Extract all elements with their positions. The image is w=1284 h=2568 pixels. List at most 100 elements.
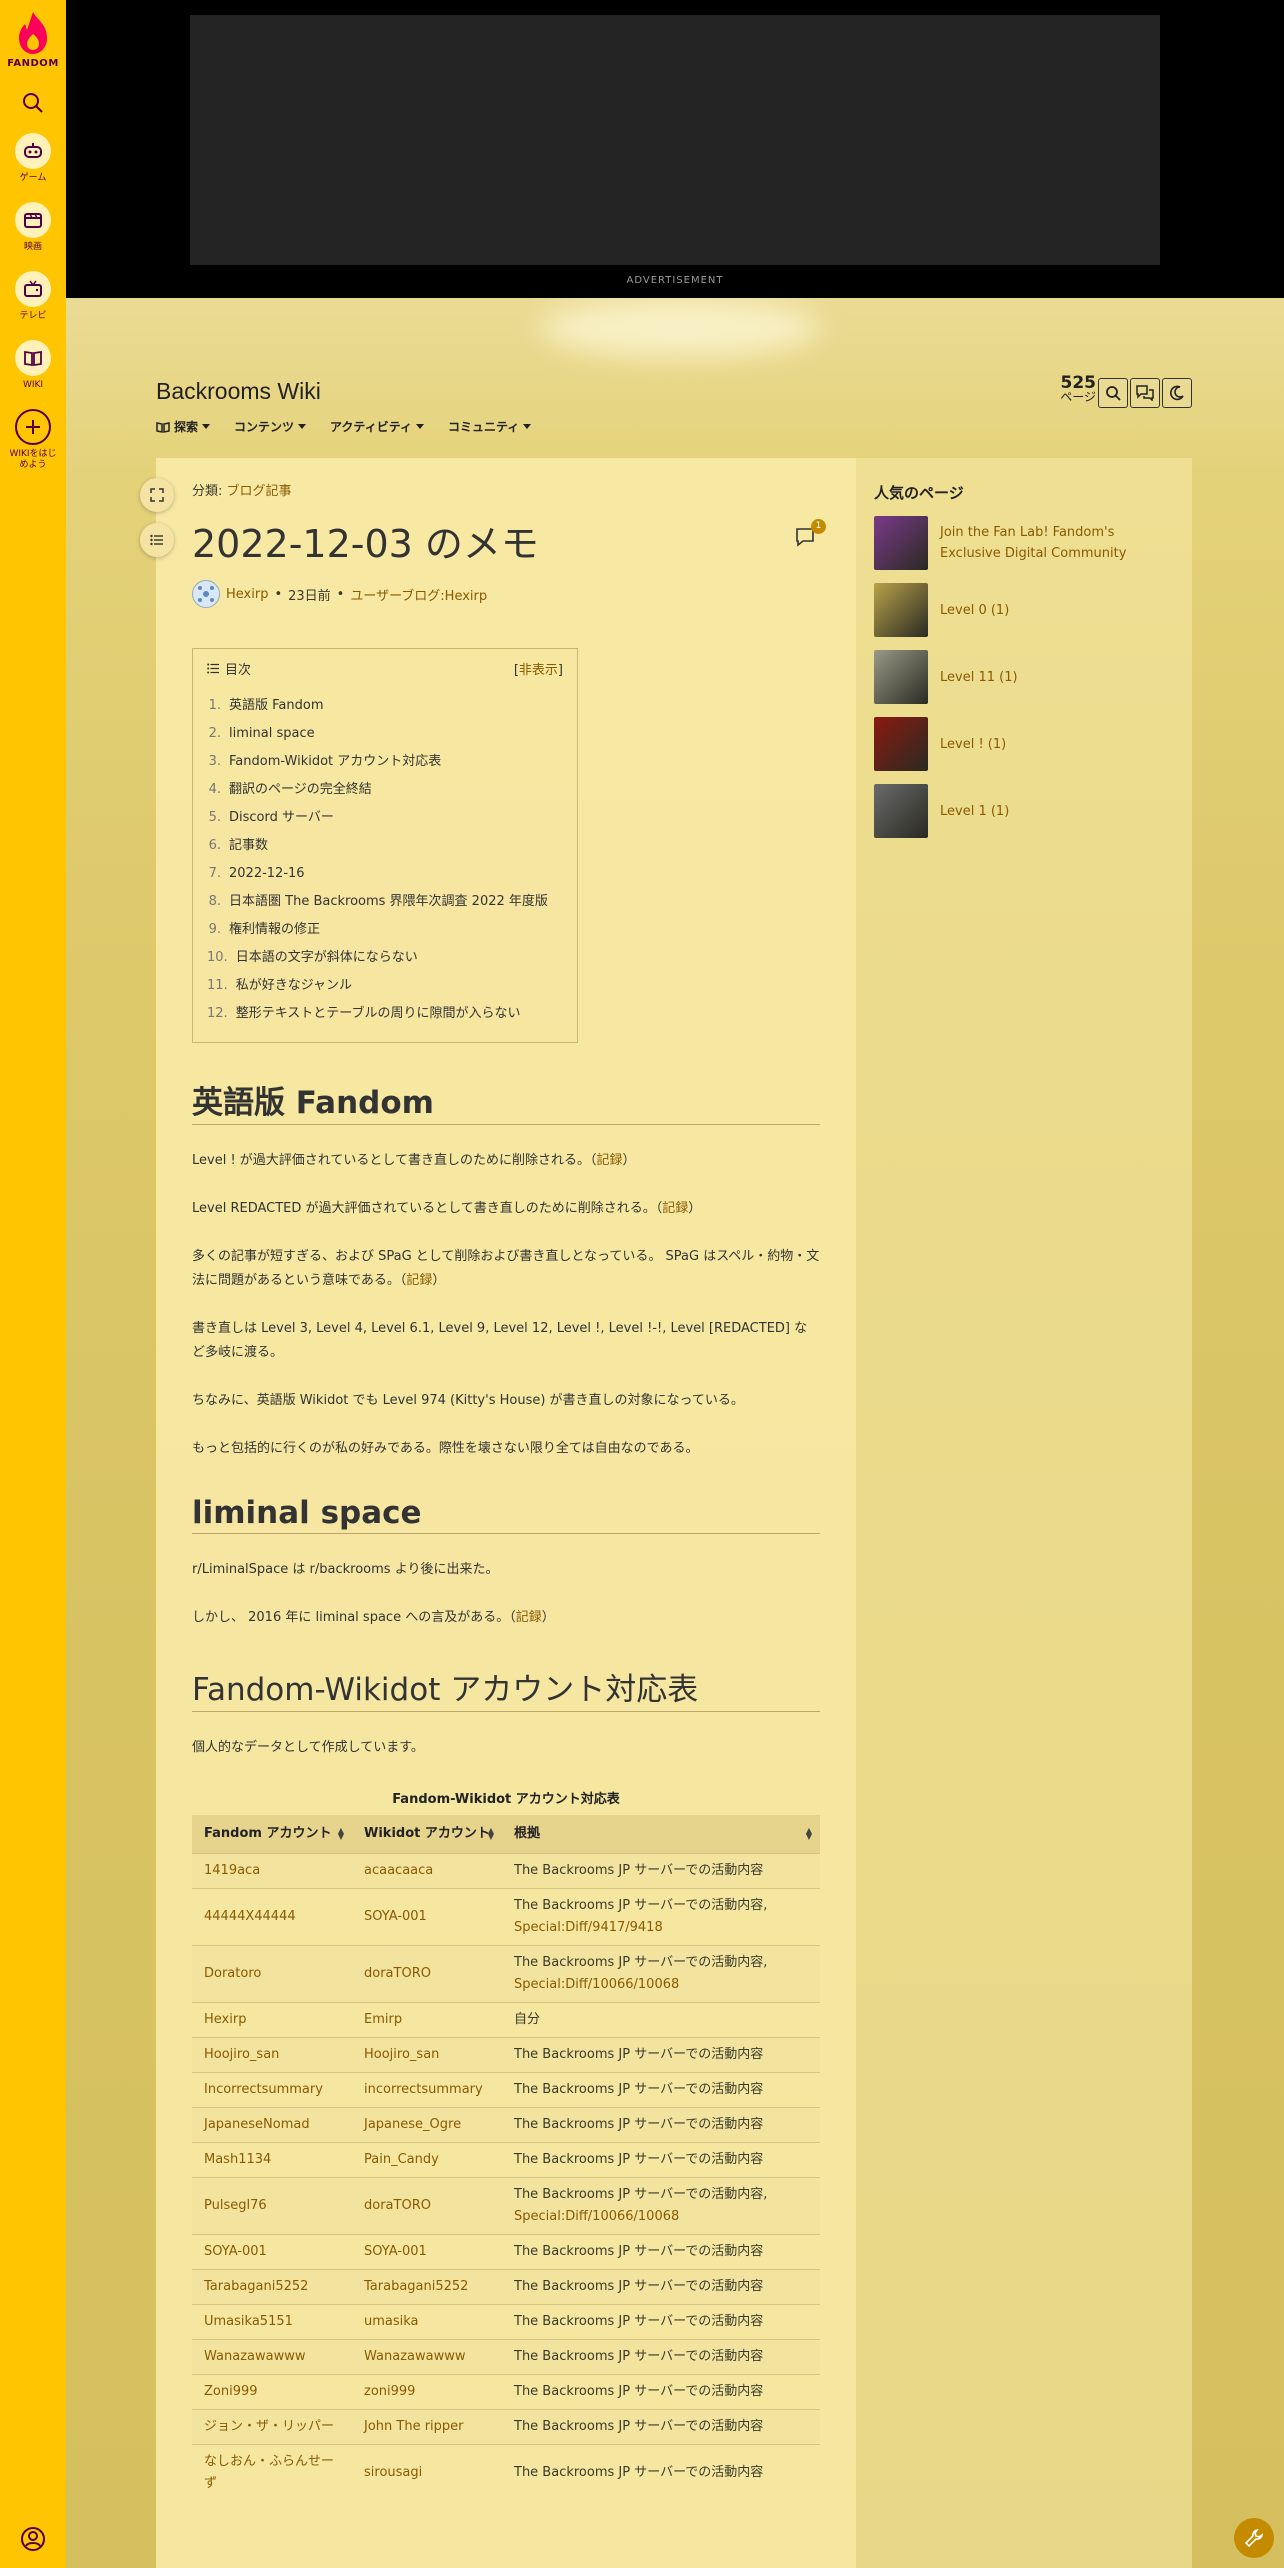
wikidot-account-link[interactable]: sirousagi [364,2465,422,2480]
toc-item[interactable]: 5. Discord サーバー [207,804,563,832]
theme-toggle-button[interactable] [1162,378,1192,408]
popular-page-item[interactable]: Level ! (1) [874,717,1150,771]
wikidot-account-link[interactable]: Wanazawawww [364,2349,465,2364]
popular-page-item[interactable]: Join the Fan Lab! Fandom's Exclusive Dig… [874,516,1150,570]
user-account-button[interactable] [20,2526,46,2552]
record-link[interactable]: 記録 [516,1610,542,1625]
toc-item[interactable]: 1. 英語版 Fandom [207,692,563,720]
fandom-account-link[interactable]: 44444X44444 [204,1909,296,1924]
popular-page-thumbnail[interactable] [874,650,928,704]
discussions-button[interactable] [1130,378,1160,408]
wikidot-account-link[interactable]: umasika [364,2314,419,2329]
record-link[interactable]: 記録 [662,1201,688,1216]
wikidot-account-link[interactable]: zoni999 [364,2384,415,2399]
toc-hide-link[interactable]: 非表示 [519,663,558,678]
fandom-account-link[interactable]: Pulsegl76 [204,2198,267,2213]
toc-item[interactable]: 7. 2022-12-16 [207,860,563,888]
diff-link[interactable]: Special:Diff/10066/10068 [514,1977,679,1992]
fandom-account-link[interactable]: Mash1134 [204,2152,271,2167]
nav-movies[interactable]: 映画 [15,202,51,253]
popular-page-item[interactable]: Level 0 (1) [874,583,1150,637]
fandom-account-link[interactable]: ジョン・ザ・リッパー [204,2419,334,2434]
nav-explore[interactable]: 探索 [156,418,211,435]
fandom-account-link[interactable]: Doratoro [204,1966,261,1981]
blog-link[interactable]: ユーザーブログ:Hexirp [350,585,487,604]
wikidot-account-link[interactable]: Hoojiro_san [364,2047,439,2062]
nav-content[interactable]: コンテンツ [234,418,307,435]
column-header-fandom[interactable]: Fandom アカウント ▲ ▼ [192,1815,352,1854]
fandom-account-link[interactable]: Tarabagani5252 [204,2279,308,2294]
fandom-account-link[interactable]: Zoni999 [204,2384,258,2399]
popular-page-thumbnail[interactable] [874,784,928,838]
category-link[interactable]: ブログ記事 [227,484,292,499]
fandom-account-link[interactable]: Hexirp [204,2012,246,2027]
popular-page-item[interactable]: Level 1 (1) [874,784,1150,838]
toc-item-label[interactable]: Fandom-Wikidot アカウント対応表 [229,748,441,776]
toc-item-label[interactable]: 私が好きなジャンル [236,972,352,1000]
nav-tv[interactable]: テレビ [15,271,51,322]
popular-page-thumbnail[interactable] [874,516,928,570]
toc-item[interactable]: 4. 翻訳のページの完全終結 [207,776,563,804]
avatar[interactable] [192,580,220,608]
ad-slot[interactable] [190,15,1160,265]
toc-item[interactable]: 9. 権利情報の修正 [207,916,563,944]
toc-item[interactable]: 8. 日本語圏 The Backrooms 界隈年次調査 2022 年度版 [207,888,563,916]
wikidot-account-link[interactable]: Pain_Candy [364,2152,439,2167]
fandom-account-link[interactable]: Umasika5151 [204,2314,293,2329]
wiki-title[interactable]: Backrooms Wiki [156,378,321,405]
toc-item-label[interactable]: 日本語の文字が斜体にならない [236,944,418,972]
fandom-account-link[interactable]: なしおん・ふらんせーず [204,2454,334,2491]
diff-link[interactable]: Special:Diff/10066/10068 [514,2209,679,2224]
toc-item-label[interactable]: 整形テキストとテーブルの周りに隙間が入らない [236,1000,521,1028]
toc-item[interactable]: 3. Fandom-Wikidot アカウント対応表 [207,748,563,776]
toc-item[interactable]: 10. 日本語の文字が斜体にならない [207,944,563,972]
toc-item-label[interactable]: 2022-12-16 [229,860,305,888]
popular-page-thumbnail[interactable] [874,583,928,637]
fandom-account-link[interactable]: Wanazawawww [204,2349,305,2364]
toc-item[interactable]: 2. liminal space [207,720,563,748]
fandom-logo[interactable]: FANDOM [7,10,59,69]
popular-page-link[interactable]: Level 0 (1) [940,600,1150,621]
wikidot-account-link[interactable]: Japanese_Ogre [364,2117,461,2132]
wikidot-account-link[interactable]: incorrectsummary [364,2082,483,2097]
popular-page-link[interactable]: Level 1 (1) [940,801,1150,822]
toc-item-label[interactable]: Discord サーバー [229,804,334,832]
toc-hide-toggle[interactable]: [非表示] [514,659,563,678]
wikidot-account-link[interactable]: John The ripper [364,2419,464,2434]
popular-page-link[interactable]: Join the Fan Lab! Fandom's Exclusive Dig… [940,522,1150,564]
nav-games[interactable]: ゲーム [15,133,51,184]
toc-item-label[interactable]: 翻訳のページの完全終結 [229,776,372,804]
wikidot-account-link[interactable]: Tarabagani5252 [364,2279,468,2294]
wiki-search-button[interactable] [1098,378,1128,408]
wikidot-account-link[interactable]: SOYA-001 [364,1909,427,1924]
column-header-wikidot[interactable]: Wikidot アカウント ▲ ▼ [352,1815,502,1854]
start-wiki-button[interactable]: WIKIをはじめよう [5,409,61,471]
wikidot-account-link[interactable]: SOYA-001 [364,2244,427,2259]
popular-page-thumbnail[interactable] [874,717,928,771]
popular-page-link[interactable]: Level ! (1) [940,734,1150,755]
wikidot-account-link[interactable]: acaacaaca [364,1863,433,1878]
global-search-button[interactable] [21,91,45,115]
diff-link[interactable]: Special:Diff/9417/9418 [514,1920,663,1935]
toc-toggle-button[interactable] [140,523,174,557]
fandom-account-link[interactable]: 1419aca [204,1863,260,1878]
comments-button[interactable]: 1 [794,519,826,551]
toc-item[interactable]: 12. 整形テキストとテーブルの周りに隙間が入らない [207,1000,563,1028]
toc-item[interactable]: 6. 記事数 [207,832,563,860]
toc-item-label[interactable]: 記事数 [229,832,268,860]
nav-community[interactable]: コミュニティ [448,418,532,435]
popular-page-item[interactable]: Level 11 (1) [874,650,1150,704]
record-link[interactable]: 記録 [597,1153,623,1168]
author-link[interactable]: Hexirp [226,587,268,602]
nav-wiki[interactable]: WIKI [15,340,51,391]
wikidot-account-link[interactable]: Emirp [364,2012,402,2027]
fandom-account-link[interactable]: Incorrectsummary [204,2082,323,2097]
wiki-tools-button[interactable] [1234,2518,1274,2558]
column-header-basis[interactable]: 根拠 ▲ ▼ [502,1815,820,1854]
wikidot-account-link[interactable]: doraTORO [364,1966,431,1981]
toc-item-label[interactable]: 日本語圏 The Backrooms 界隈年次調査 2022 年度版 [229,888,548,916]
fandom-account-link[interactable]: Hoojiro_san [204,2047,279,2062]
toc-item[interactable]: 11. 私が好きなジャンル [207,972,563,1000]
popular-page-link[interactable]: Level 11 (1) [940,667,1150,688]
nav-activity[interactable]: アクティビティ [330,418,424,435]
